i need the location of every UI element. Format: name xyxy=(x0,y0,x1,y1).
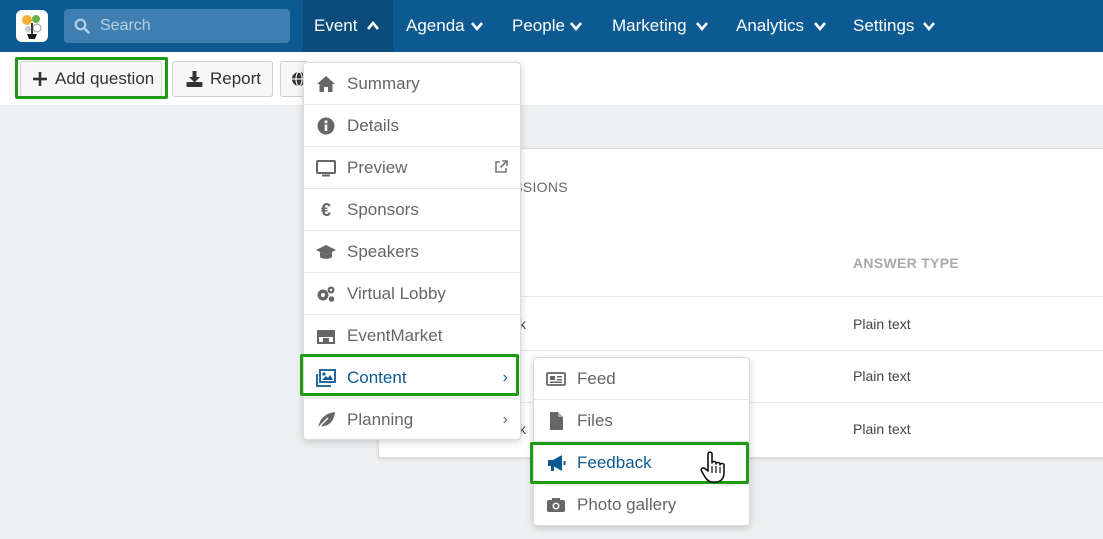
chevron-down-icon xyxy=(570,22,582,32)
answer-type-header: ANSWER TYPE xyxy=(853,255,959,271)
chevron-down-icon xyxy=(471,22,483,32)
menu-item-label: Summary xyxy=(347,74,420,93)
chevron-down-icon xyxy=(814,22,826,32)
menu-item-label: Preview xyxy=(347,158,408,177)
hand-cursor-icon xyxy=(700,451,725,483)
add-question-highlight xyxy=(15,57,168,99)
chevron-right-icon: › xyxy=(502,411,508,428)
menu-item-planning[interactable]: Planning › xyxy=(304,399,520,441)
store-icon xyxy=(317,330,335,344)
nav-event[interactable]: Event xyxy=(303,0,393,52)
nav-label: Analytics xyxy=(736,16,805,35)
menu-item-sponsors[interactable]: € Sponsors xyxy=(304,189,520,231)
content-highlight xyxy=(300,354,519,396)
answer-type-cell: Plain text xyxy=(853,316,911,332)
top-navigation-bar: Event Agenda People Marketing Analytics … xyxy=(0,0,1103,52)
nav-marketing[interactable]: Marketing xyxy=(601,0,719,52)
search-box[interactable] xyxy=(64,9,290,43)
submenu-item-feed[interactable]: Feed xyxy=(534,358,749,400)
answer-type-cell: Plain text xyxy=(853,368,911,384)
chevron-down-icon xyxy=(696,22,708,32)
menu-item-label: Virtual Lobby xyxy=(347,284,446,303)
chevron-up-icon xyxy=(367,20,379,30)
camera-icon xyxy=(547,498,565,512)
answer-type-cell: Plain text xyxy=(853,421,911,437)
euro-icon: € xyxy=(320,200,331,220)
menu-item-label: Speakers xyxy=(347,242,419,261)
nav-analytics[interactable]: Analytics xyxy=(725,0,837,52)
submenu-item-files[interactable]: Files xyxy=(534,400,749,442)
menu-item-label: Files xyxy=(577,411,613,430)
app-logo[interactable] xyxy=(16,10,48,42)
menu-item-details[interactable]: Details xyxy=(304,105,520,147)
file-icon xyxy=(550,412,563,430)
gears-icon xyxy=(317,286,335,302)
menu-item-preview[interactable]: Preview xyxy=(304,147,520,189)
nav-people[interactable]: People xyxy=(501,0,596,52)
menu-item-eventmarket[interactable]: EventMarket xyxy=(304,315,520,357)
nav-label: Event xyxy=(314,16,358,35)
home-icon xyxy=(317,76,335,92)
download-icon xyxy=(186,71,203,87)
nav-settings[interactable]: Settings xyxy=(842,0,952,52)
graduation-cap-icon xyxy=(316,245,336,259)
chevron-down-icon xyxy=(923,22,935,32)
menu-item-label: Photo gallery xyxy=(577,495,677,514)
menu-item-speakers[interactable]: Speakers xyxy=(304,231,520,273)
nav-agenda[interactable]: Agenda xyxy=(395,0,490,52)
menu-item-summary[interactable]: Summary xyxy=(304,63,520,105)
newspaper-icon xyxy=(546,372,566,386)
logo-icon xyxy=(22,15,42,39)
search-input[interactable] xyxy=(100,9,284,43)
submenu-item-photo-gallery[interactable]: Photo gallery xyxy=(534,484,749,526)
menu-item-label: Planning xyxy=(347,410,414,429)
menu-item-label: Sponsors xyxy=(347,200,419,219)
report-label: Report xyxy=(210,69,262,88)
menu-item-virtual-lobby[interactable]: Virtual Lobby xyxy=(304,273,520,315)
search-icon xyxy=(74,18,90,34)
external-link-icon xyxy=(495,160,508,173)
nav-label: Agenda xyxy=(406,16,465,35)
report-button[interactable]: Report xyxy=(172,61,273,97)
nav-label: Settings xyxy=(853,16,915,35)
menu-item-label: Feed xyxy=(577,369,616,388)
menu-item-label: EventMarket xyxy=(347,326,443,345)
info-icon xyxy=(317,117,335,135)
menu-item-label: Details xyxy=(347,116,399,135)
leaf-icon xyxy=(317,412,335,429)
nav-label: Marketing xyxy=(612,16,687,35)
monitor-icon xyxy=(316,160,336,177)
nav-label: People xyxy=(512,16,565,35)
